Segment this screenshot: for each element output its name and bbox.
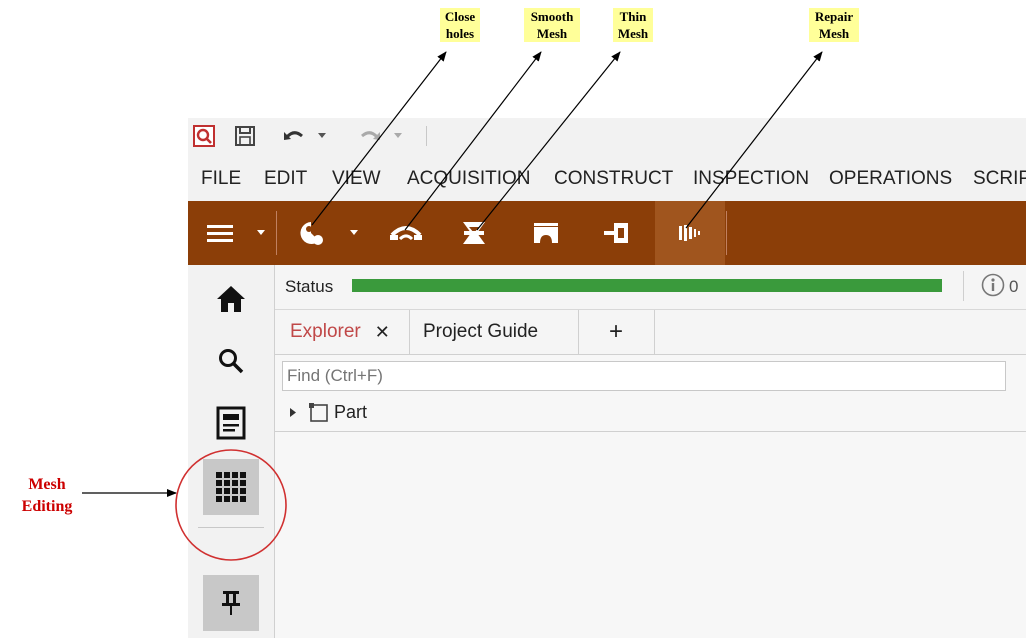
app-window: FILE EDIT VIEW ACQUISITION CONSTRUCT INS… xyxy=(188,118,1026,638)
add-tab-button[interactable]: + xyxy=(578,310,655,354)
app-logo-icon[interactable] xyxy=(192,124,216,148)
pin-icon[interactable] xyxy=(203,575,259,631)
extend-icon[interactable] xyxy=(594,201,638,265)
redo-icon[interactable] xyxy=(358,124,382,148)
undo-icon[interactable] xyxy=(282,124,306,148)
smooth-mesh-icon[interactable] xyxy=(384,201,428,265)
status-progress-bar xyxy=(352,279,942,292)
hamburger-menu-icon[interactable] xyxy=(200,201,240,265)
menu-construct[interactable]: CONSTRUCT xyxy=(554,168,673,190)
close-holes-icon[interactable] xyxy=(292,201,332,265)
info-count: 0 xyxy=(1009,277,1019,296)
menu-acquisition[interactable]: ACQUISITION xyxy=(407,168,531,190)
callout-thin-mesh: Thin Mesh xyxy=(613,8,653,42)
menu-scripting[interactable]: SCRIPTING xyxy=(973,168,1026,190)
redo-dropdown-icon[interactable] xyxy=(392,124,404,148)
tab-explorer-label: Explorer xyxy=(290,321,361,342)
sidebar-divider xyxy=(198,527,264,528)
thin-mesh-icon[interactable] xyxy=(452,201,496,265)
bridge-icon[interactable] xyxy=(524,201,568,265)
left-sidebar xyxy=(188,265,275,638)
tab-explorer[interactable]: Explorer ✕ xyxy=(275,310,410,354)
document-icon[interactable] xyxy=(203,395,259,451)
close-holes-dropdown-icon[interactable] xyxy=(346,201,362,265)
repair-mesh-icon[interactable] xyxy=(668,201,712,265)
status-progress-fill xyxy=(352,279,942,292)
menu-operations[interactable]: OPERATIONS xyxy=(829,168,952,190)
part-icon xyxy=(309,401,331,428)
qat-divider xyxy=(426,126,427,146)
panel-tabs: Explorer ✕ Project Guide + xyxy=(275,310,1026,355)
status-row: Status 0 xyxy=(275,265,1026,310)
callout-smooth-mesh: Smooth Mesh xyxy=(524,8,580,42)
home-icon[interactable] xyxy=(203,271,259,327)
callout-close-holes: Close holes xyxy=(440,8,480,42)
close-icon[interactable]: ✕ xyxy=(375,322,390,343)
menu-edit[interactable]: EDIT xyxy=(264,168,307,190)
status-label: Status xyxy=(285,277,334,296)
find-input[interactable] xyxy=(282,361,1006,391)
callout-repair-mesh: Repair Mesh xyxy=(809,8,859,42)
menu-file[interactable]: FILE xyxy=(201,168,241,190)
save-icon[interactable] xyxy=(232,124,258,148)
expand-arrow-icon[interactable] xyxy=(290,404,296,422)
explorer-panel: Status 0 Explorer ✕ Project Guide + Find… xyxy=(275,265,1026,638)
quick-access-toolbar xyxy=(188,118,1026,156)
menu-inspection[interactable]: INSPECTION xyxy=(693,168,809,190)
undo-dropdown-icon[interactable] xyxy=(316,124,328,148)
tree-part-label: Part xyxy=(334,402,368,422)
menu-view[interactable]: VIEW xyxy=(332,168,381,190)
toolbar-separator xyxy=(276,211,277,255)
tree-row-part[interactable]: Part xyxy=(275,395,1026,432)
plus-icon: + xyxy=(608,318,623,345)
hamburger-dropdown-icon[interactable] xyxy=(254,201,268,265)
mesh-grid-icon[interactable] xyxy=(203,459,259,515)
status-divider xyxy=(963,271,964,301)
tab-project-guide-label: Project Guide xyxy=(423,321,539,342)
mesh-editing-label: Mesh Editing xyxy=(21,476,73,515)
search-icon[interactable] xyxy=(203,333,259,389)
toolbar-separator xyxy=(726,211,727,255)
mesh-toolbar xyxy=(188,201,1026,265)
tab-project-guide[interactable]: Project Guide xyxy=(409,310,579,354)
info-icon[interactable] xyxy=(981,273,1005,302)
menu-bar: FILE EDIT VIEW ACQUISITION CONSTRUCT INS… xyxy=(188,158,1026,200)
